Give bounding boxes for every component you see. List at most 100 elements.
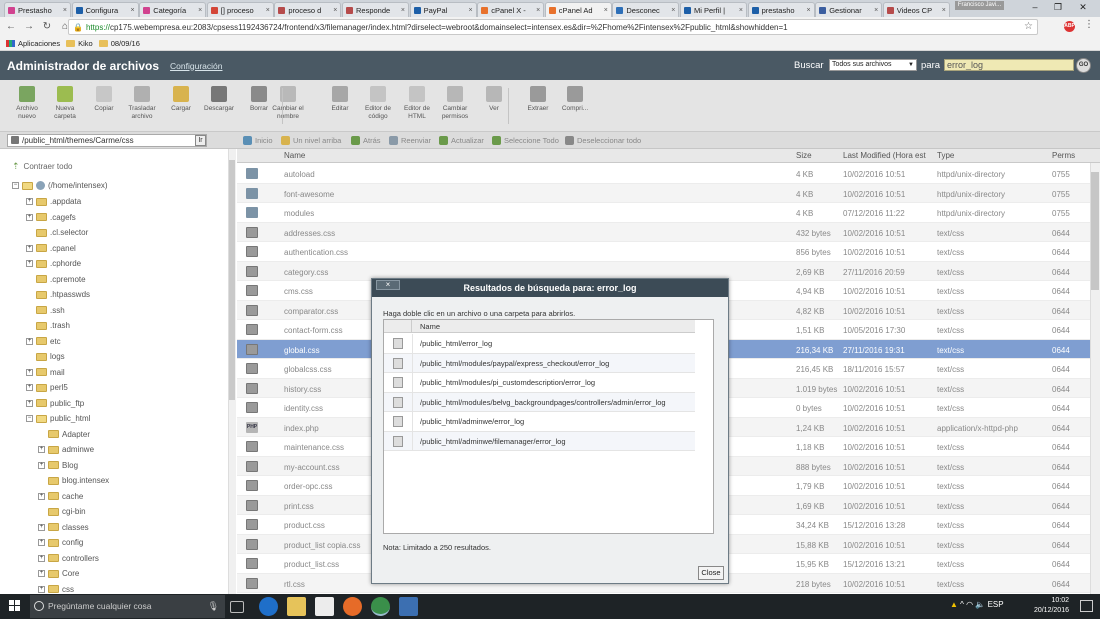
tree-node[interactable]: + mail	[26, 366, 65, 379]
column-type[interactable]: Type	[937, 151, 954, 160]
tree-node[interactable]: + adminwe	[38, 443, 94, 456]
move-button[interactable]: Trasladar archivo	[122, 86, 162, 121]
tab-close-icon[interactable]: ×	[131, 7, 135, 14]
tab-close-icon[interactable]: ×	[671, 7, 675, 14]
tree-node[interactable]: + controllers	[38, 552, 99, 565]
table-row[interactable]: autoload 4 KB 10/02/2016 10:51 httpd/unix-d…	[237, 164, 1090, 184]
bookmark-star-icon[interactable]: ☆	[1024, 21, 1033, 32]
notification-icon[interactable]	[1080, 600, 1093, 612]
reload-icon[interactable]: ↻	[40, 20, 54, 34]
column-size[interactable]: Size	[796, 151, 812, 160]
nav-forward[interactable]: Reenviar	[389, 136, 431, 145]
browser-tab[interactable]: Mi Perfil | ×	[680, 2, 747, 17]
search-result-item[interactable]: /public_html/modules/belvg_backgroundpag…	[384, 392, 695, 412]
tree-node[interactable]: + config	[38, 536, 83, 549]
copy-button[interactable]: Copiar	[84, 86, 124, 113]
file-table-scrollbar-thumb[interactable]	[1091, 172, 1099, 290]
expand-toggle-icon[interactable]: +	[38, 492, 45, 500]
microphone-icon[interactable]: 🎙	[208, 595, 219, 618]
search-input[interactable]	[944, 59, 1074, 71]
outlook-icon[interactable]	[399, 597, 418, 616]
edge-icon[interactable]	[259, 597, 278, 616]
dialog-close-button[interactable]: Close	[698, 566, 724, 580]
tree-node[interactable]: Adapter	[38, 428, 90, 441]
download-button[interactable]: Descargar	[199, 86, 239, 113]
expand-toggle-icon[interactable]: +	[26, 244, 33, 252]
column-name[interactable]: Name	[284, 151, 305, 160]
collapse-all-button[interactable]: ⇡ Contraer todo	[12, 161, 72, 172]
rename-button[interactable]: Cambiar el nombre	[268, 86, 308, 121]
tree-node[interactable]: logs	[26, 350, 65, 363]
tab-close-icon[interactable]: ×	[874, 7, 878, 14]
tree-node[interactable]: + .cphorde	[26, 257, 81, 270]
tab-close-icon[interactable]: ×	[536, 7, 540, 14]
tree-node[interactable]: .trash	[26, 319, 70, 332]
network-icon[interactable]: ◠	[966, 600, 973, 609]
browser-tab[interactable]: cPanel X - ×	[477, 2, 545, 17]
tree-node[interactable]: + .appdata	[26, 195, 81, 208]
tab-close-icon[interactable]: ×	[266, 7, 270, 14]
expand-toggle-icon[interactable]: +	[38, 585, 45, 593]
tree-node[interactable]: + Core	[38, 567, 79, 580]
volume-icon[interactable]: 🔈	[975, 600, 985, 609]
search-scope-select[interactable]: Todos sus archivos ▼	[829, 59, 917, 71]
expand-toggle-icon[interactable]: +	[26, 260, 33, 267]
firefox-icon[interactable]	[343, 597, 362, 616]
tree-node[interactable]: + .cpanel	[26, 242, 76, 255]
adblock-icon[interactable]: ABP	[1064, 21, 1075, 32]
compress-button[interactable]: Compri...	[555, 86, 595, 113]
minimize-icon[interactable]: –	[1025, 1, 1045, 14]
browser-tab[interactable]: Prestasho ×	[4, 2, 71, 17]
windows-start-icon[interactable]	[9, 600, 21, 612]
expand-toggle-icon[interactable]: +	[26, 198, 33, 205]
expand-toggle-icon[interactable]: +	[26, 213, 33, 221]
code-editor-button[interactable]: Editor de código	[358, 86, 398, 121]
chrome-icon[interactable]	[371, 597, 390, 616]
table-row[interactable]: authentication.css 856 bytes 10/02/2016 10…	[237, 242, 1090, 262]
tree-node[interactable]: + perl5	[26, 381, 68, 394]
bookmark-kiko[interactable]: Kiko	[66, 39, 93, 48]
tree-node[interactable]: .ssh	[26, 304, 65, 317]
column-perms[interactable]: Perms	[1052, 151, 1075, 160]
tree-node[interactable]: + cache	[38, 490, 83, 503]
nav-up-level[interactable]: Un nivel arriba	[281, 136, 341, 145]
permissions-button[interactable]: Cambiar permisos	[435, 86, 475, 121]
expand-toggle-icon[interactable]: +	[38, 446, 45, 453]
tree-node[interactable]: blog.intensex	[38, 474, 109, 487]
browser-tab[interactable]: Categoría ×	[139, 2, 207, 17]
search-result-item[interactable]: /public_html/modules/pi_customdescriptio…	[384, 373, 695, 393]
browser-tab[interactable]: [] proceso ×	[206, 2, 274, 17]
html-editor-button[interactable]: Editor de HTML	[397, 86, 437, 121]
expand-toggle-icon[interactable]: +	[38, 523, 45, 531]
tree-node[interactable]: cgi-bin	[38, 505, 86, 518]
browser-tab[interactable]: Desconec ×	[612, 2, 680, 17]
tree-node[interactable]: .htpasswds	[26, 288, 90, 301]
browser-tab[interactable]: Configura ×	[71, 2, 139, 17]
edit-button[interactable]: Editar	[320, 86, 360, 113]
nav-refresh[interactable]: Actualizar	[439, 136, 484, 145]
browser-tab[interactable]: Gestionar ×	[815, 2, 883, 17]
path-input[interactable]: /public_html/themes/Carme/css	[7, 134, 207, 147]
search-result-item[interactable]: /public_html/adminwe/filemanager/error_l…	[384, 431, 695, 451]
browser-menu-icon[interactable]: ⋮	[1084, 19, 1094, 30]
tab-close-icon[interactable]: ×	[604, 7, 608, 14]
tree-node[interactable]: + public_ftp	[26, 397, 84, 410]
tab-close-icon[interactable]: ×	[469, 7, 473, 14]
upload-button[interactable]: Cargar	[161, 86, 201, 113]
chevron-up-icon[interactable]: ^	[960, 600, 964, 609]
nav-select-all[interactable]: Seleccione Todo	[492, 136, 559, 145]
table-row[interactable]: font-awesome 4 KB 10/02/2016 10:51 httpd/un…	[237, 183, 1090, 203]
store-icon[interactable]	[315, 597, 334, 616]
file-explorer-icon[interactable]	[287, 597, 306, 616]
path-go-button[interactable]: Ir	[195, 135, 206, 146]
browser-tab[interactable]: Responde ×	[342, 2, 409, 17]
table-row[interactable]: addresses.css 432 bytes 10/02/2016 10:51 te…	[237, 222, 1090, 242]
tab-close-icon[interactable]: ×	[401, 7, 405, 14]
expand-toggle-icon[interactable]: +	[38, 461, 45, 469]
warning-icon[interactable]: ▲	[950, 600, 958, 609]
column-modified[interactable]: Last Modified (Hora est	[843, 151, 931, 160]
expand-toggle-icon[interactable]: +	[38, 570, 45, 577]
nav-back[interactable]: Atrás	[351, 136, 381, 145]
tree-root[interactable]: − (/home/intensex)	[12, 179, 108, 192]
tree-node[interactable]: + Blog	[38, 459, 78, 472]
